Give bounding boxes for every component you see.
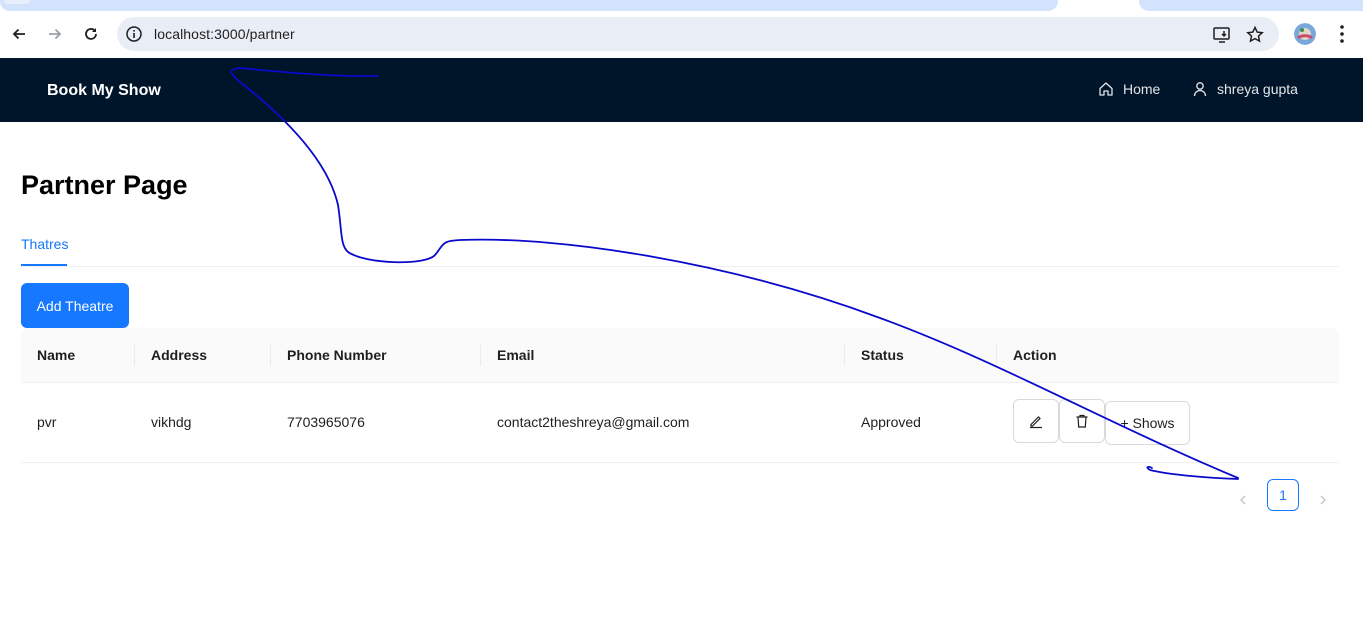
nav-user[interactable]: shreya gupta	[1192, 81, 1298, 97]
column-divider	[270, 344, 271, 366]
column-header-name: Name	[37, 347, 76, 363]
back-arrow-icon	[12, 28, 25, 40]
site-info-icon[interactable]	[125, 25, 143, 43]
browser-tab-background[interactable]	[0, 0, 1058, 11]
brand-logo[interactable]: Book My Show	[47, 82, 161, 100]
column-divider	[480, 344, 481, 366]
cell-phone: 7703965076	[287, 414, 365, 430]
delete-icon	[1076, 414, 1088, 428]
cell-email: contact2theshreya@gmail.com	[497, 414, 690, 430]
browser-tab-background-right[interactable]	[1139, 0, 1363, 11]
home-icon	[1099, 82, 1113, 96]
cell-address: vikhdg	[151, 414, 192, 430]
column-header-status: Status	[861, 347, 904, 363]
address-bar[interactable]: localhost:3000/partner	[117, 17, 1279, 51]
back-button[interactable]	[7, 22, 31, 46]
user-icon	[1193, 82, 1207, 97]
delete-button[interactable]	[1059, 399, 1105, 443]
profile-avatar[interactable]	[1294, 23, 1316, 45]
nav-home-label: Home	[1123, 81, 1161, 97]
column-divider	[844, 344, 845, 366]
column-header-address: Address	[151, 347, 208, 363]
nav-user-label: shreya gupta	[1217, 81, 1298, 97]
tab-bar: Thatres	[21, 230, 1339, 267]
column-header-email: Email	[497, 347, 535, 363]
pagination-next-icon[interactable]	[1313, 490, 1333, 510]
cell-status: Approved	[861, 414, 921, 430]
tab-theatres[interactable]: Thatres	[21, 236, 68, 252]
forward-arrow-icon	[49, 28, 62, 40]
install-app-icon[interactable]	[1212, 25, 1232, 45]
nav-home[interactable]: Home	[1098, 81, 1160, 97]
add-shows-button[interactable]: + Shows	[1105, 401, 1190, 445]
theatres-table: Name Address Phone Number Email Status A…	[21, 328, 1339, 463]
pagination-page-1[interactable]: 1	[1267, 479, 1299, 511]
table-header: Name Address Phone Number Email Status A…	[21, 328, 1339, 383]
add-theatre-button[interactable]: Add Theatre	[21, 283, 129, 328]
browser-toolbar: localhost:3000/partner	[0, 12, 1363, 58]
edit-button[interactable]	[1013, 399, 1059, 443]
more-vertical-icon	[1340, 25, 1344, 43]
table-row: pvr vikhdg 7703965076 contact2theshreya@…	[21, 383, 1339, 463]
edit-icon	[1030, 416, 1042, 429]
column-header-phone: Phone Number	[287, 347, 387, 363]
reload-button[interactable]	[79, 22, 103, 46]
forward-button[interactable]	[43, 22, 67, 46]
browser-tabstrip	[0, 0, 1363, 12]
bookmark-star-icon[interactable]	[1245, 25, 1265, 45]
url-text[interactable]: localhost:3000/partner	[154, 26, 295, 42]
app-header: Book My Show Home shreya gupta	[0, 58, 1363, 122]
column-divider	[134, 344, 135, 366]
column-divider	[996, 344, 997, 366]
browser-menu-button[interactable]	[1332, 23, 1352, 45]
cell-name: pvr	[37, 414, 57, 430]
column-header-action: Action	[1013, 347, 1057, 363]
page-title: Partner Page	[21, 170, 188, 200]
tab-active-indicator	[21, 264, 67, 266]
reload-icon	[85, 28, 97, 40]
pagination-prev-icon[interactable]	[1233, 490, 1253, 510]
